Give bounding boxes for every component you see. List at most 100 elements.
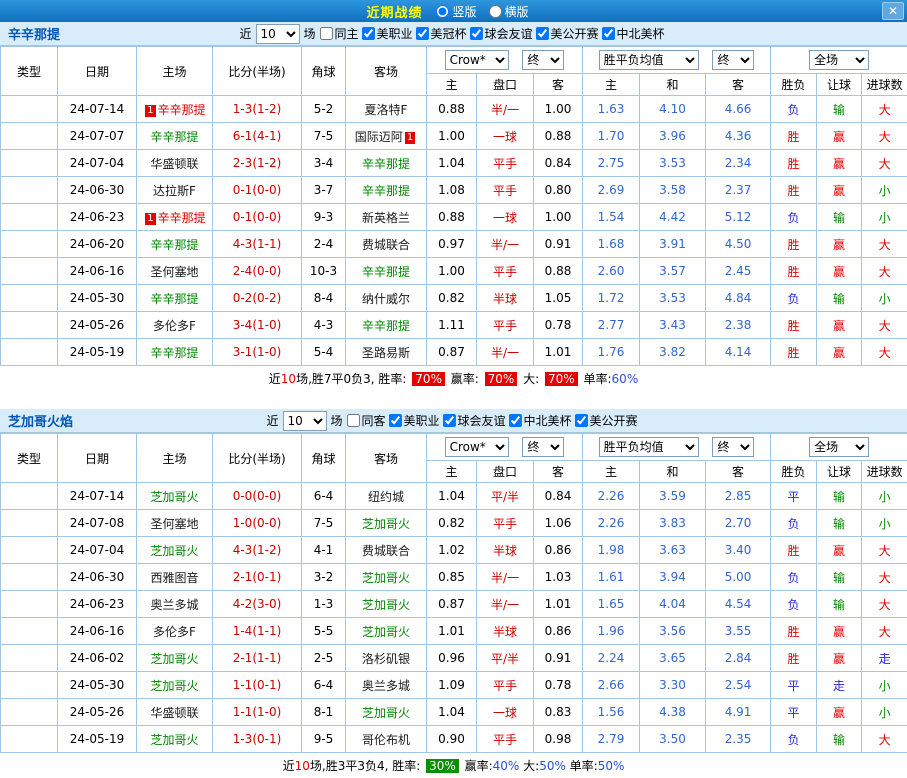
league-filter-中北美杯[interactable]: 中北美杯 — [509, 412, 572, 429]
team-link[interactable]: 圣何塞地 — [150, 265, 198, 279]
result-goals-cell: 小 — [862, 177, 907, 204]
team-link[interactable]: 多伦多F — [153, 625, 196, 639]
odds-time-select[interactable]: 终 — [522, 437, 564, 457]
team-link[interactable]: 辛辛那提 — [150, 130, 198, 144]
team-link[interactable]: 辛辛那提 — [362, 265, 410, 279]
team-link[interactable]: 辛辛那提 — [158, 211, 206, 225]
team-link[interactable]: 辛辛那提 — [150, 292, 198, 306]
team-link[interactable]: 洛杉矶银 — [362, 652, 410, 666]
team-link[interactable]: 辛辛那提 — [362, 157, 410, 171]
team-link[interactable]: 圣何塞地 — [150, 517, 198, 531]
league-filter-checkbox[interactable] — [602, 27, 615, 40]
team-link[interactable]: 辛辛那提 — [150, 238, 198, 252]
team-link[interactable]: 纳什威尔 — [362, 292, 410, 306]
scope-select[interactable]: 全场 — [809, 50, 869, 70]
team-link[interactable]: 芝加哥火 — [362, 517, 410, 531]
league-filter-checkbox[interactable] — [319, 27, 332, 40]
match-score-cell: 6-1(4-1) — [213, 123, 302, 150]
away-team-cell: 辛辛那提 — [346, 150, 427, 177]
league-filter-checkbox[interactable] — [361, 27, 374, 40]
team-link[interactable]: 芝加哥火 — [150, 679, 198, 693]
team-link[interactable]: 芝加哥火 — [362, 625, 410, 639]
league-filter-checkbox[interactable] — [346, 414, 359, 427]
team-link[interactable]: 辛辛那提 — [150, 346, 198, 360]
team-link[interactable]: 华盛顿联 — [150, 157, 198, 171]
team-link[interactable]: 辛辛那提 — [362, 184, 410, 198]
europe-home-odds: 1.65 — [583, 591, 640, 618]
team-link[interactable]: 芝加哥火 — [362, 598, 410, 612]
europe-away-odds: 2.37 — [706, 177, 771, 204]
match-date-cell: 24-05-30 — [58, 672, 137, 699]
odds-company-select[interactable]: Crow* — [445, 437, 509, 457]
europe-time-select[interactable]: 终 — [712, 50, 754, 70]
europe-odds-select[interactable]: 胜平负均值 — [599, 437, 699, 457]
asia-home-odds: 1.02 — [427, 537, 477, 564]
europe-time-select[interactable]: 终 — [712, 437, 754, 457]
sub-header-asia-away: 客 — [534, 74, 583, 96]
close-button[interactable]: ✕ — [882, 2, 904, 20]
result-handicap-cell: 输 — [817, 591, 862, 618]
league-filter-checkbox[interactable] — [388, 414, 401, 427]
layout-mode-vertical[interactable]: 竖版 — [436, 3, 476, 20]
team-link[interactable]: 华盛顿联 — [150, 706, 198, 720]
team-link[interactable]: 费城联合 — [362, 238, 410, 252]
team-link[interactable]: 费城联合 — [362, 544, 410, 558]
match-date-cell: 24-06-30 — [58, 177, 137, 204]
team-link[interactable]: 辛辛那提 — [158, 103, 206, 117]
team-link[interactable]: 芝加哥火 — [150, 733, 198, 747]
asia-home-odds: 0.97 — [427, 231, 477, 258]
league-filter-球会友谊[interactable]: 球会友谊 — [443, 412, 506, 429]
recent-count-select[interactable]: 10 — [255, 24, 299, 44]
team-link[interactable]: 辛辛那提 — [362, 319, 410, 333]
team-link[interactable]: 达拉斯F — [153, 184, 196, 198]
league-filter-checkbox[interactable] — [416, 27, 429, 40]
team-link[interactable]: 芝加哥火 — [150, 544, 198, 558]
league-filter-同主[interactable]: 同主 — [319, 25, 358, 42]
scope-select[interactable]: 全场 — [809, 437, 869, 457]
league-filter-美冠杯[interactable]: 美冠杯 — [416, 25, 467, 42]
layout-mode-horizontal[interactable]: 横版 — [489, 3, 529, 20]
odds-company-select[interactable]: Crow* — [445, 50, 509, 70]
team-link[interactable]: 纽约城 — [368, 490, 404, 504]
team-link[interactable]: 多伦多F — [153, 319, 196, 333]
vertical-radio[interactable] — [436, 5, 449, 18]
league-filter-美职业[interactable]: 美职业 — [361, 25, 412, 42]
team-name[interactable]: 芝加哥火焰 — [8, 411, 73, 430]
league-filter-checkbox[interactable] — [470, 27, 483, 40]
europe-home-odds: 2.75 — [583, 150, 640, 177]
asia-away-odds: 1.01 — [534, 591, 583, 618]
result-handicap-cell: 赢 — [817, 258, 862, 285]
team-name[interactable]: 辛辛那提 — [8, 24, 60, 43]
europe-home-odds: 1.56 — [583, 699, 640, 726]
team-link[interactable]: 国际迈阿 — [355, 130, 403, 144]
league-filter-中北美杯[interactable]: 中北美杯 — [602, 25, 665, 42]
team-link[interactable]: 奥兰多城 — [362, 679, 410, 693]
europe-odds-select[interactable]: 胜平负均值 — [599, 50, 699, 70]
team-link[interactable]: 芝加哥火 — [150, 490, 198, 504]
league-filter-美职业[interactable]: 美职业 — [388, 412, 439, 429]
team-link[interactable]: 芝加哥火 — [150, 652, 198, 666]
league-filter-checkbox[interactable] — [443, 414, 456, 427]
league-filter-美公开赛[interactable]: 美公开赛 — [536, 25, 599, 42]
team-link[interactable]: 芝加哥火 — [362, 706, 410, 720]
team-link[interactable]: 新英格兰 — [362, 211, 410, 225]
league-filter-checkbox[interactable] — [575, 414, 588, 427]
asia-handicap: 平手 — [477, 312, 534, 339]
recent-count-select[interactable]: 10 — [282, 411, 326, 431]
league-filter-美公开赛[interactable]: 美公开赛 — [575, 412, 638, 429]
league-filter-球会友谊[interactable]: 球会友谊 — [470, 25, 533, 42]
result-handicap-cell: 输 — [817, 204, 862, 231]
horizontal-radio[interactable] — [489, 5, 502, 18]
team-link[interactable]: 哥伦布机 — [362, 733, 410, 747]
odds-time-select[interactable]: 终 — [522, 50, 564, 70]
result-winloss-cell: 胜 — [771, 231, 817, 258]
team-link[interactable]: 芝加哥火 — [362, 571, 410, 585]
league-filter-checkbox[interactable] — [509, 414, 522, 427]
team-link[interactable]: 圣路易斯 — [362, 346, 410, 360]
league-filter-同客[interactable]: 同客 — [346, 412, 385, 429]
team-link[interactable]: 西雅图音 — [150, 571, 198, 585]
team-link[interactable]: 夏洛特F — [365, 103, 408, 117]
league-filter-checkbox[interactable] — [536, 27, 549, 40]
asia-away-odds: 0.86 — [534, 618, 583, 645]
team-link[interactable]: 奥兰多城 — [150, 598, 198, 612]
